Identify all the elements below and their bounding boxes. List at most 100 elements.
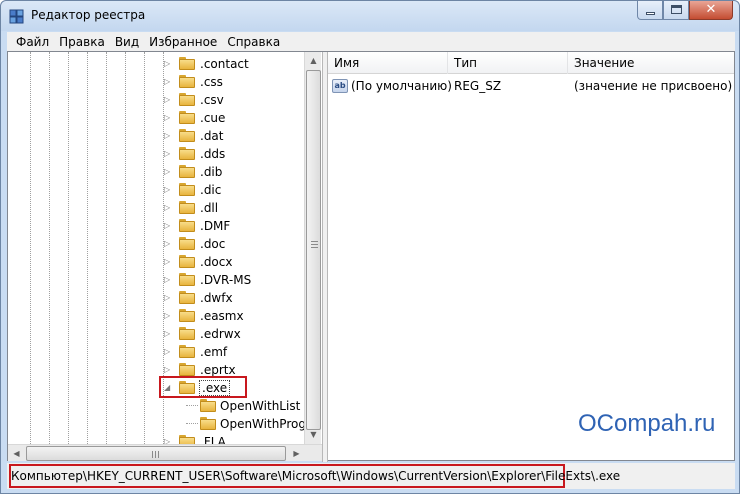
registry-tree: ▷ .contact ▷ .css ▷ .csv ▷ .cue ▷ .dat ▷ .dds ▷ .dib ▷… xyxy=(8,52,322,444)
tree-key[interactable]: ▷ .dll xyxy=(8,199,308,217)
tree-hscroll-thumb[interactable] xyxy=(26,446,286,461)
folder-icon xyxy=(179,201,195,214)
menu-edit[interactable]: Правка xyxy=(54,35,110,49)
menu-help[interactable]: Справка xyxy=(222,35,285,49)
folder-icon xyxy=(200,417,216,430)
column-name[interactable]: Имя xyxy=(328,52,448,74)
scroll-right-icon[interactable]: ▶ xyxy=(288,445,305,462)
tree-key[interactable]: ▷ .dwfx xyxy=(8,289,308,307)
grip-line xyxy=(158,451,159,458)
minimize-button[interactable] xyxy=(637,1,663,20)
expand-icon[interactable]: ▷ xyxy=(164,59,173,68)
tree-scroll-thumb[interactable] xyxy=(306,70,321,430)
tree-key-label: .csv xyxy=(200,93,224,107)
tree-connector xyxy=(186,405,198,406)
tree-key-label: .docx xyxy=(200,255,233,269)
tree-key-label: .dat xyxy=(200,129,224,143)
scroll-down-icon[interactable]: ▼ xyxy=(305,426,322,443)
expand-icon[interactable]: ▷ xyxy=(164,221,173,230)
expand-icon[interactable]: ▷ xyxy=(164,293,173,302)
tree-horizontal-scrollbar[interactable]: ◀ ▶ xyxy=(8,444,322,461)
expand-icon[interactable]: ▷ xyxy=(164,77,173,86)
status-path: Компьютер\HKEY_CURRENT_USER\Software\Mic… xyxy=(11,469,621,483)
client-area: ▷ .contact ▷ .css ▷ .csv ▷ .cue ▷ .dat ▷ .dds ▷ .dib ▷… xyxy=(7,51,735,462)
table-row[interactable]: ab (По умолчанию) REG_SZ (значение не пр… xyxy=(328,76,734,98)
menu-file[interactable]: Файл xyxy=(11,35,54,49)
folder-icon xyxy=(179,75,195,88)
tree-key-label: .dib xyxy=(200,165,223,179)
folder-icon xyxy=(179,165,195,178)
folder-icon xyxy=(179,363,195,376)
tree-key-label: OpenWithProgid xyxy=(220,417,317,431)
tree-key-label: .edrwx xyxy=(200,327,241,341)
caption-buttons: ✕ xyxy=(637,1,733,21)
expand-icon[interactable]: ▷ xyxy=(164,365,173,374)
expand-icon[interactable]: ▷ xyxy=(164,257,173,266)
expand-icon[interactable]: ▷ xyxy=(164,131,173,140)
tree-key[interactable]: ▷ .dib xyxy=(8,163,308,181)
tree-key-label: .easmx xyxy=(200,309,244,323)
tree-vertical-scrollbar[interactable]: ▲ ▼ xyxy=(304,52,321,444)
tree-subkey[interactable]: OpenWithProgid xyxy=(8,415,317,433)
expand-icon[interactable]: ▷ xyxy=(164,329,173,338)
tree-key[interactable]: ▷ .doc xyxy=(8,235,308,253)
folder-icon xyxy=(200,399,216,412)
expand-icon[interactable]: ▷ xyxy=(164,185,173,194)
tree-key[interactable]: ▷ .csv xyxy=(8,91,308,109)
expand-icon[interactable]: ▷ xyxy=(164,275,173,284)
menu-view[interactable]: Вид xyxy=(110,35,144,49)
tree-key[interactable]: ▷ .docx xyxy=(8,253,308,271)
scroll-left-icon[interactable]: ◀ xyxy=(8,445,25,462)
folder-icon xyxy=(179,129,195,142)
tree-key[interactable]: ▷ .easmx xyxy=(8,307,308,325)
scroll-up-icon[interactable]: ▲ xyxy=(305,52,322,69)
tree-connector xyxy=(186,423,198,424)
close-button[interactable]: ✕ xyxy=(689,1,733,20)
tree-key-label: .emf xyxy=(200,345,228,359)
tree-key-label: .css xyxy=(200,75,223,89)
tree-key-label: .DMF xyxy=(200,219,231,233)
expand-icon[interactable]: ▷ xyxy=(164,347,173,356)
values-list: Имя Тип Значение ab (По умолчанию) REG_S… xyxy=(328,52,734,460)
column-header: Имя Тип Значение xyxy=(328,52,734,74)
tree-key[interactable]: ◢ .exe xyxy=(8,379,308,397)
maximize-button[interactable] xyxy=(663,1,689,20)
tree-key[interactable]: ▷ .DVR-MS xyxy=(8,271,308,289)
folder-icon xyxy=(179,183,195,196)
tree-key-label: .contact xyxy=(200,57,249,71)
tree-key-label: OpenWithList xyxy=(220,399,301,413)
tree-key[interactable]: ▷ .emf xyxy=(8,343,308,361)
tree-key[interactable]: ▷ .dat xyxy=(8,127,308,145)
tree-key-label: .cue xyxy=(200,111,226,125)
tree-key[interactable]: ▷ .DMF xyxy=(8,217,308,235)
title-bar[interactable]: Редактор реестра ✕ xyxy=(1,1,739,31)
tree-key[interactable]: ▷ .contact xyxy=(8,55,308,73)
expand-icon[interactable]: ▷ xyxy=(164,437,173,444)
maximize-icon xyxy=(671,5,682,14)
expand-icon[interactable]: ▷ xyxy=(164,311,173,320)
tree-key[interactable]: ▷ .edrwx xyxy=(8,325,308,343)
menu-favorites[interactable]: Избранное xyxy=(144,35,222,49)
tree-key[interactable]: ▷ .dds xyxy=(8,145,308,163)
tree-key[interactable]: ▷ .css xyxy=(8,73,308,91)
expand-icon[interactable]: ▷ xyxy=(164,167,173,176)
folder-icon xyxy=(179,57,195,70)
tree-key[interactable]: ▷ .cue xyxy=(8,109,308,127)
tree-key-label: .FLA xyxy=(200,435,226,444)
tree-key-label: .dds xyxy=(200,147,226,161)
column-value[interactable]: Значение xyxy=(568,52,734,74)
expand-icon[interactable]: ▷ xyxy=(164,95,173,104)
folder-icon xyxy=(179,237,195,250)
expand-icon[interactable]: ▷ xyxy=(164,203,173,212)
status-bar: Компьютер\HKEY_CURRENT_USER\Software\Mic… xyxy=(7,463,735,489)
tree-key[interactable]: ▷ .FLA xyxy=(8,433,308,444)
tree-key[interactable]: ▷ .eprtx xyxy=(8,361,308,379)
expand-icon[interactable]: ▷ xyxy=(164,113,173,122)
tree-key[interactable]: ▷ .dic xyxy=(8,181,308,199)
expand-icon[interactable]: ▷ xyxy=(164,239,173,248)
folder-icon xyxy=(179,93,195,106)
column-type[interactable]: Тип xyxy=(448,52,568,74)
tree-subkey[interactable]: OpenWithList xyxy=(8,397,308,415)
minimize-icon xyxy=(646,12,655,15)
expand-icon[interactable]: ▷ xyxy=(164,149,173,158)
